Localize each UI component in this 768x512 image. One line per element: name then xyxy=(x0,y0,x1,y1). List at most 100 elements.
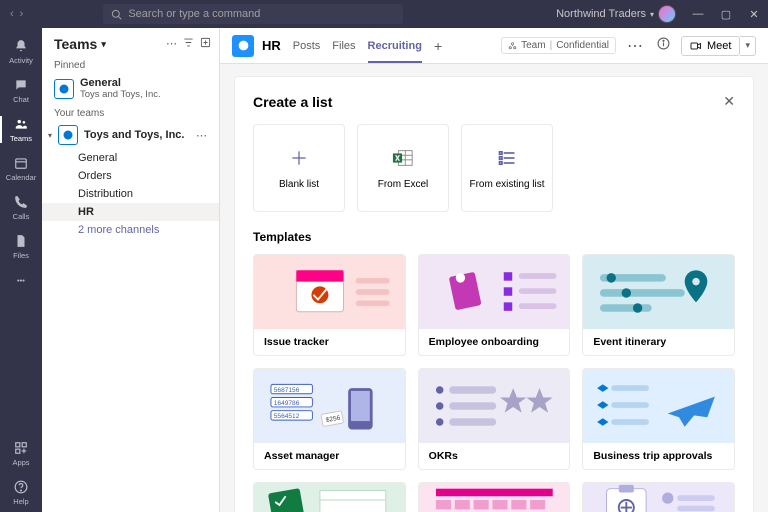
template-event-itinerary[interactable]: Event itinerary xyxy=(582,254,735,356)
apps-icon xyxy=(13,440,29,456)
tab-recruiting[interactable]: Recruiting xyxy=(368,28,422,63)
tile-label: From Excel xyxy=(378,179,429,190)
template-row3-b[interactable] xyxy=(418,482,571,512)
rail-chat[interactable]: Chat xyxy=(0,71,42,110)
svg-text:5564512: 5564512 xyxy=(274,413,300,420)
tab-files[interactable]: Files xyxy=(332,28,355,63)
tab-posts[interactable]: Posts xyxy=(293,28,321,63)
template-thumb xyxy=(254,483,405,512)
bell-icon xyxy=(13,38,29,54)
avatar[interactable] xyxy=(658,5,676,23)
add-tab-button[interactable]: + xyxy=(434,38,442,54)
template-business-trip[interactable]: Business trip approvals xyxy=(582,368,735,470)
team-name: Toys and Toys, Inc. xyxy=(84,129,184,141)
channel-avatar-icon xyxy=(232,35,254,57)
rail-label: Activity xyxy=(9,56,33,65)
excel-icon xyxy=(392,147,414,169)
template-thumb: 568715616497865564512$256 xyxy=(254,369,405,443)
template-thumb xyxy=(254,255,405,329)
help-icon xyxy=(13,479,29,495)
expand-icon: ▾ xyxy=(48,131,52,140)
command-search[interactable]: Search or type a command xyxy=(103,4,403,24)
team-row[interactable]: ▾ Toys and Toys, Inc. ⋯ xyxy=(42,121,219,149)
privacy-scope: Team xyxy=(521,40,545,51)
info-icon[interactable] xyxy=(654,37,673,55)
template-label: Asset manager xyxy=(254,443,405,469)
tile-label: From existing list xyxy=(469,179,544,190)
plus-icon xyxy=(288,147,310,169)
tile-from-existing[interactable]: From existing list xyxy=(461,124,553,212)
nav-back-icon[interactable]: ‹ xyxy=(10,8,14,20)
rail-calls[interactable]: Calls xyxy=(0,188,42,227)
channel-hr[interactable]: HR xyxy=(42,203,219,221)
rail-label: Calendar xyxy=(6,173,36,182)
channel-distribution[interactable]: Distribution xyxy=(42,185,219,203)
template-label: Business trip approvals xyxy=(583,443,734,469)
privacy-pill[interactable]: Team | Confidential xyxy=(501,37,616,54)
rail-files[interactable]: Files xyxy=(0,227,42,266)
meet-caret[interactable]: ▾ xyxy=(740,36,756,56)
window-maximize[interactable]: ▢ xyxy=(712,8,740,21)
channel-header: HR Posts Files Recruiting + Team | Confi… xyxy=(220,28,768,64)
your-teams-group-label: Your teams xyxy=(42,104,219,121)
template-thumb xyxy=(419,369,570,443)
more-icon[interactable]: ⋯ xyxy=(166,37,177,51)
card-title: Create a list xyxy=(253,94,723,110)
template-okrs[interactable]: OKRs xyxy=(418,368,571,470)
org-switcher[interactable]: Northwind Traders ▾ xyxy=(556,5,676,23)
team-more-icon[interactable]: ⋯ xyxy=(196,129,211,142)
meet-label: Meet xyxy=(707,40,731,52)
nav-forward-icon[interactable]: › xyxy=(20,8,24,20)
template-asset-manager[interactable]: 568715616497865564512$256 Asset manager xyxy=(253,368,406,470)
sidebar-title[interactable]: Teams▾ xyxy=(54,36,166,52)
create-list-card: Create a list ✕ Blank list From Excel Fr… xyxy=(234,76,754,512)
rail-teams[interactable]: Teams xyxy=(0,110,42,149)
rail-activity[interactable]: Activity xyxy=(0,32,42,71)
template-thumb xyxy=(419,255,570,329)
template-label: Event itinerary xyxy=(583,329,734,355)
tab-more-icon[interactable]: ⋯ xyxy=(624,36,646,56)
template-thumb xyxy=(583,483,734,512)
channel-orders[interactable]: Orders xyxy=(42,167,219,185)
list-icon xyxy=(496,147,518,169)
template-employee-onboarding[interactable]: Employee onboarding xyxy=(418,254,571,356)
org-name: Northwind Traders xyxy=(556,8,646,20)
filter-icon[interactable] xyxy=(183,37,194,51)
template-row3-c[interactable] xyxy=(582,482,735,512)
template-label: OKRs xyxy=(419,443,570,469)
tile-blank-list[interactable]: Blank list xyxy=(253,124,345,212)
channel-general[interactable]: General xyxy=(42,149,219,167)
more-channels-link[interactable]: 2 more channels xyxy=(42,221,219,239)
window-close[interactable]: ✕ xyxy=(740,8,768,21)
channel-name: HR xyxy=(262,38,281,53)
rail-more[interactable]: ••• xyxy=(0,266,42,294)
template-thumb xyxy=(583,369,734,443)
template-label: Issue tracker xyxy=(254,329,405,355)
teams-sidebar: Teams▾ ⋯ Pinned General Toys and Toys, I… xyxy=(42,28,220,512)
search-placeholder: Search or type a command xyxy=(128,8,260,20)
chat-icon xyxy=(13,77,29,93)
rail-label: Chat xyxy=(13,95,29,104)
rail-label: Apps xyxy=(12,458,29,467)
rail-help[interactable]: Help xyxy=(0,473,42,512)
rail-calendar[interactable]: Calendar xyxy=(0,149,42,188)
meet-button[interactable]: Meet xyxy=(681,36,740,56)
template-thumb xyxy=(583,255,734,329)
template-issue-tracker[interactable]: Issue tracker xyxy=(253,254,406,356)
rail-apps[interactable]: Apps xyxy=(0,434,42,473)
pinned-channel[interactable]: General Toys and Toys, Inc. xyxy=(42,73,219,104)
app-rail: Activity Chat Teams Calendar Calls Files… xyxy=(0,28,42,512)
window-minimize[interactable]: — xyxy=(684,8,712,21)
chevron-down-icon: ▾ xyxy=(101,39,106,50)
pinned-channel-name: General xyxy=(80,77,161,89)
svg-text:1649786: 1649786 xyxy=(274,400,300,407)
template-row3-a[interactable] xyxy=(253,482,406,512)
tile-from-excel[interactable]: From Excel xyxy=(357,124,449,212)
teams-icon xyxy=(13,116,29,132)
chevron-down-icon: ▾ xyxy=(650,10,654,19)
rail-label: Help xyxy=(13,497,28,506)
close-icon[interactable]: ✕ xyxy=(723,93,735,110)
new-team-icon[interactable] xyxy=(200,37,211,51)
template-thumb xyxy=(419,483,570,512)
tile-label: Blank list xyxy=(279,179,319,190)
